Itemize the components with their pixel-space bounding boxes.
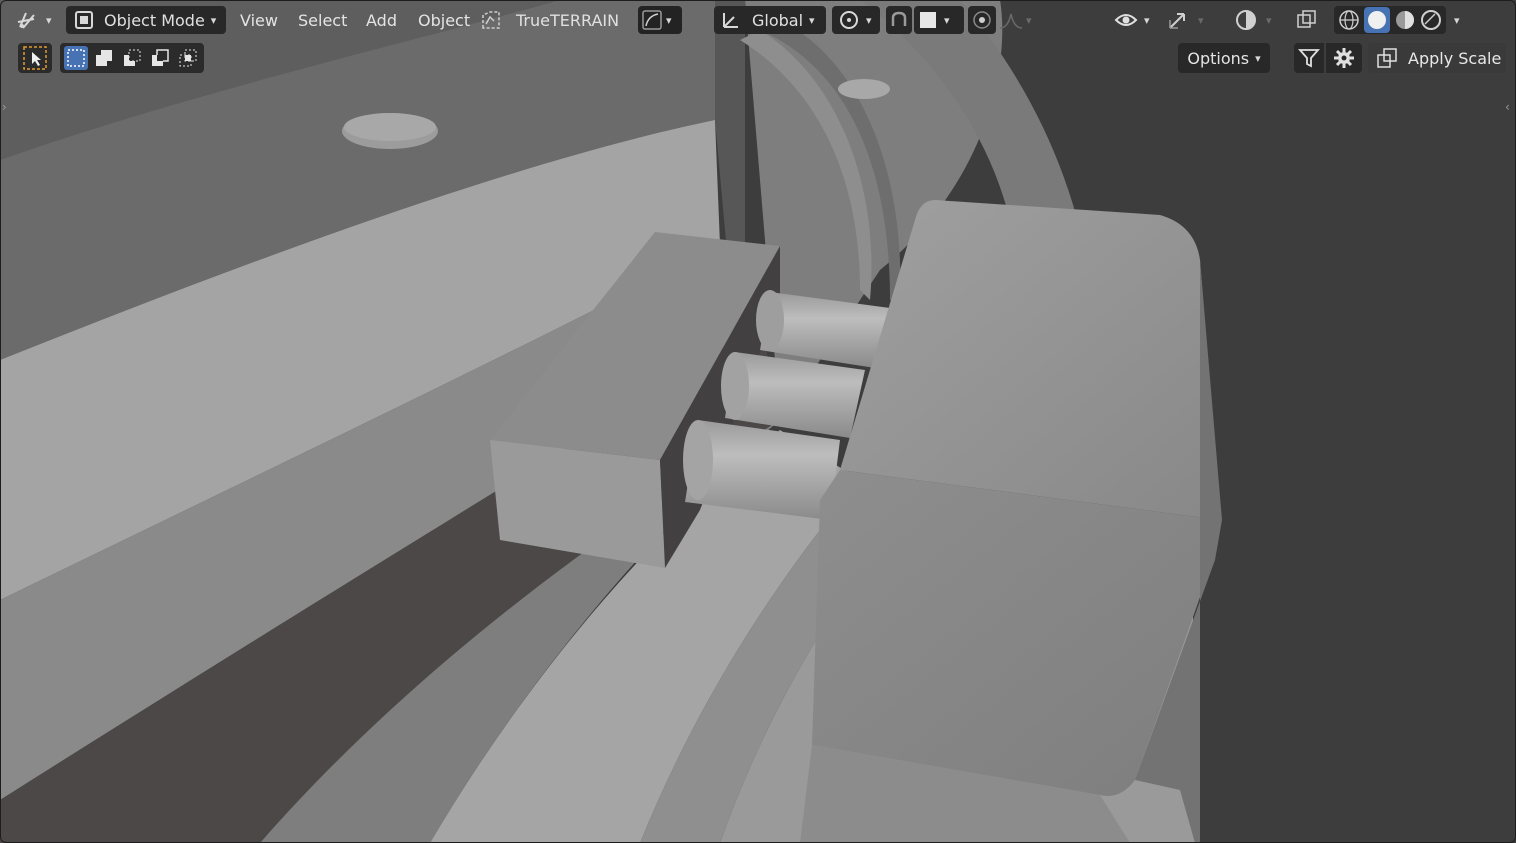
xray-toggle[interactable] bbox=[1296, 6, 1324, 34]
gear-icon bbox=[1333, 47, 1355, 69]
bump-right bbox=[838, 79, 890, 99]
snap-icon bbox=[889, 10, 909, 30]
snap-toggle[interactable] bbox=[886, 6, 912, 34]
3d-viewport[interactable] bbox=[0, 0, 1516, 843]
chevron-down-icon: ▾ bbox=[1454, 13, 1460, 27]
chevron-down-icon: ▾ bbox=[1266, 13, 1272, 27]
trueterrain-menu[interactable]: TrueTERRAIN bbox=[480, 6, 630, 34]
solid-shading-icon[interactable] bbox=[1364, 7, 1390, 33]
curve-dropdown[interactable]: ▾ bbox=[638, 6, 682, 34]
options-label: Options bbox=[1187, 48, 1250, 68]
pivot-point-icon bbox=[838, 9, 862, 31]
select-invert-icon[interactable] bbox=[148, 46, 172, 70]
chevron-down-icon: ▾ bbox=[210, 13, 217, 27]
sidebar-expand-arrow-icon[interactable]: ‹ bbox=[1505, 100, 1510, 114]
toolbar-toggle[interactable] bbox=[18, 43, 52, 73]
trueterrain-label: TrueTERRAIN bbox=[516, 10, 620, 30]
select-intersect-icon[interactable] bbox=[176, 46, 200, 70]
shading-options-dropdown[interactable]: ▾ bbox=[1452, 6, 1470, 34]
options-dropdown[interactable]: Options ▾ bbox=[1178, 43, 1270, 73]
shading-modes bbox=[1334, 6, 1446, 34]
select-subtract-icon[interactable] bbox=[120, 46, 144, 70]
curve-icon bbox=[642, 10, 662, 30]
chevron-down-icon: ▾ bbox=[1026, 13, 1032, 27]
selection-mode-group bbox=[60, 43, 204, 73]
snap-target-selector[interactable]: ▾ bbox=[914, 6, 964, 34]
select-extend-icon[interactable] bbox=[92, 46, 116, 70]
pivot-point-selector[interactable]: ▾ bbox=[832, 6, 880, 34]
proportional-editing-toggle[interactable] bbox=[968, 6, 996, 34]
snap-target-icon bbox=[918, 10, 938, 30]
editor-type-selector[interactable]: ▾ bbox=[16, 6, 62, 34]
apply-scale-label: Apply Scale bbox=[1408, 48, 1502, 68]
chevron-down-icon: ▾ bbox=[1144, 13, 1150, 27]
visibility-selector[interactable]: ▾ bbox=[1114, 6, 1160, 34]
proportional-editing-icon bbox=[972, 10, 992, 30]
trueterrain-icon bbox=[480, 9, 502, 31]
transform-orientation-icon bbox=[720, 9, 742, 31]
apply-scale-button[interactable]: Apply Scale bbox=[1368, 43, 1506, 73]
material-preview-icon[interactable] bbox=[1394, 9, 1416, 31]
chevron-down-icon: ▾ bbox=[46, 13, 52, 27]
chevron-down-icon: ▾ bbox=[1255, 51, 1261, 65]
mode-label: Object Mode bbox=[104, 10, 205, 30]
chevron-down-icon: ▾ bbox=[944, 13, 950, 27]
viewport-header: ▾ Object Mode ▾ View Select Add Object T… bbox=[6, 2, 1510, 38]
overlay-toggle[interactable]: ▾ bbox=[1234, 6, 1284, 34]
menu-select[interactable]: Select bbox=[292, 6, 353, 34]
gizmo-toggle[interactable]: ▾ bbox=[1166, 6, 1216, 34]
apply-scale-icon bbox=[1376, 47, 1398, 69]
chevron-down-icon: ▾ bbox=[809, 13, 815, 27]
select-tool-icon bbox=[22, 45, 48, 71]
mode-selector[interactable]: Object Mode ▾ bbox=[66, 6, 226, 34]
menu-add[interactable]: Add bbox=[360, 6, 403, 34]
select-new-icon[interactable] bbox=[64, 46, 88, 70]
overlay-icon bbox=[1234, 8, 1258, 32]
object-mode-icon bbox=[74, 10, 94, 30]
gizmo-icon bbox=[1166, 8, 1190, 32]
wireframe-shading-icon[interactable] bbox=[1338, 9, 1360, 31]
chevron-down-icon: ▾ bbox=[866, 13, 872, 27]
falloff-curve-icon bbox=[998, 10, 1024, 30]
orientation-label: Global bbox=[752, 10, 804, 30]
chevron-down-icon: ▾ bbox=[1198, 13, 1204, 27]
rendered-shading-icon[interactable] bbox=[1420, 9, 1442, 31]
editor-type-icon bbox=[16, 9, 40, 31]
visibility-eye-icon bbox=[1114, 10, 1138, 30]
menu-object[interactable]: Object bbox=[412, 6, 476, 34]
menu-view[interactable]: View bbox=[234, 6, 284, 34]
toolbar-expand-arrow-icon[interactable]: › bbox=[2, 100, 7, 114]
xray-icon bbox=[1296, 9, 1318, 31]
settings-button[interactable] bbox=[1326, 43, 1362, 73]
filter-icon bbox=[1298, 47, 1320, 69]
chevron-down-icon: ▾ bbox=[666, 13, 672, 27]
proportional-falloff-selector[interactable]: ▾ bbox=[998, 6, 1042, 34]
transform-orientation-selector[interactable]: Global ▾ bbox=[714, 6, 826, 34]
filter-button[interactable] bbox=[1294, 43, 1324, 73]
